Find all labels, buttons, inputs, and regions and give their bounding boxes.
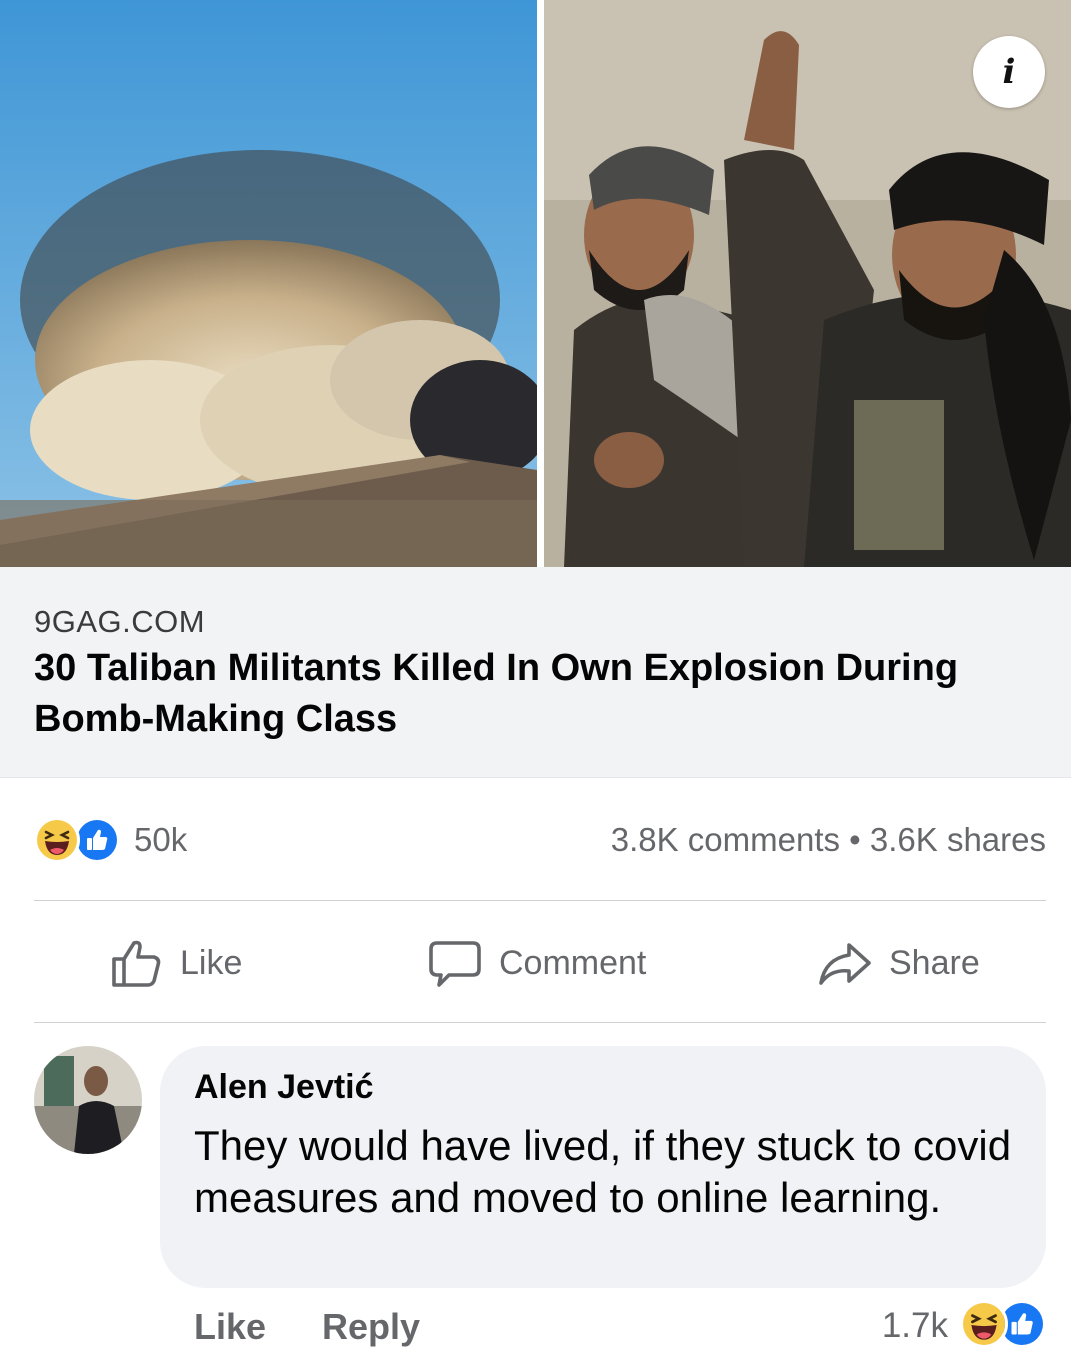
- comment-reactions[interactable]: 1.7k: [866, 1300, 1046, 1347]
- comment-button[interactable]: Comment: [427, 930, 646, 996]
- info-glyph: i: [1002, 52, 1016, 92]
- post-action-bar: Like Comment Share: [34, 930, 1046, 996]
- link-domain: 9GAG.COM: [34, 604, 206, 639]
- comment-reaction-count: 1.7k: [881, 1306, 948, 1345]
- comment-button-label: Comment: [499, 943, 647, 982]
- explosion-photo[interactable]: [0, 0, 537, 567]
- share-arrow-icon: [819, 943, 871, 985]
- share-button[interactable]: Share: [817, 930, 980, 996]
- haha-reaction-icon: [960, 1300, 1008, 1347]
- like-button-label: Like: [180, 943, 243, 982]
- like-button[interactable]: Like: [108, 930, 242, 996]
- comment-bubble-icon: [429, 941, 481, 987]
- comment-like-button[interactable]: Like: [194, 1306, 266, 1347]
- comment-text: They would have lived, if they stuck to …: [194, 1122, 1012, 1221]
- link-title[interactable]: 30 Taliban Militants Killed In Own Explo…: [34, 643, 1044, 745]
- divider: [34, 900, 1046, 901]
- like-reaction-icon: [74, 817, 120, 863]
- post-image-pair[interactable]: i: [0, 0, 1071, 567]
- share-button-label: Share: [889, 943, 980, 982]
- comment-author[interactable]: Alen Jevtić: [194, 1068, 374, 1107]
- reaction-summary: 50k 3.8K comments • 3.6K shares: [34, 815, 1046, 863]
- comment-reply-button[interactable]: Reply: [322, 1306, 420, 1347]
- comment-bubble[interactable]: Alen Jevtić They would have lived, if th…: [160, 1046, 1046, 1288]
- info-icon[interactable]: i: [973, 36, 1045, 108]
- thumbs-up-icon: [112, 940, 161, 987]
- link-preview[interactable]: 9GAG.COM 30 Taliban Militants Killed In …: [0, 567, 1071, 778]
- avatar[interactable]: [34, 1046, 142, 1154]
- reaction-count[interactable]: 50k: [134, 821, 187, 859]
- reaction-icons[interactable]: [34, 817, 124, 863]
- comments-shares-count[interactable]: 3.8K comments • 3.6K shares: [611, 821, 1046, 859]
- divider: [34, 1022, 1046, 1023]
- haha-reaction-icon: [34, 817, 80, 863]
